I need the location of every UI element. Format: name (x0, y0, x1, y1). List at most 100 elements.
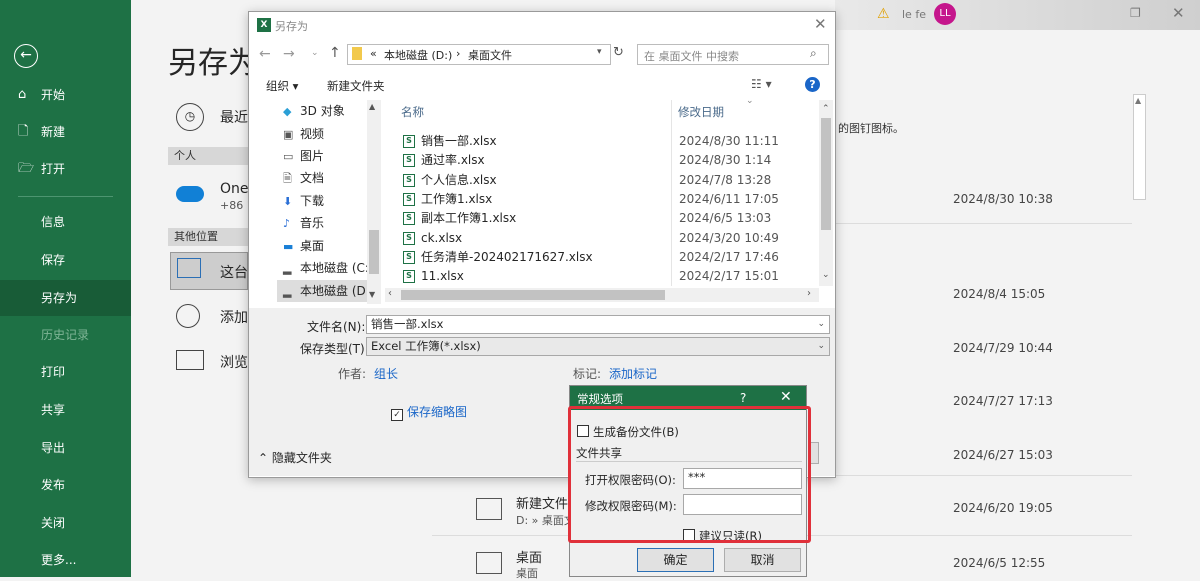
add-location-label[interactable]: 添加 (220, 307, 248, 327)
nav-close[interactable]: 关闭 (0, 505, 131, 541)
dialog-close-icon[interactable]: ✕ (814, 15, 827, 33)
file-row[interactable]: S 销售一部.xlsx 2024/8/30 11:11 (401, 132, 821, 151)
cancel-button[interactable]: 取消 (724, 548, 801, 572)
file-row[interactable]: S 个人信息.xlsx 2024/7/8 13:28 (401, 171, 821, 190)
scrollbar[interactable] (1133, 94, 1146, 200)
organize-button[interactable]: 组织 ▾ (266, 78, 298, 94)
tags-value[interactable]: 添加标记 (609, 365, 657, 382)
open-password-input[interactable]: *** (683, 468, 802, 489)
back-icon[interactable]: ← (259, 46, 271, 62)
nav-print[interactable]: 打印 (0, 354, 131, 390)
column-name-header[interactable]: 名称 (401, 104, 424, 120)
file-row[interactable]: Sck.xlsx 2024/3/20 10:49 (401, 229, 821, 248)
author-value[interactable]: 组长 (374, 365, 398, 382)
new-folder-button[interactable]: 新建文件夹 (327, 78, 385, 94)
scroll-down-icon[interactable]: ▼ (369, 290, 375, 299)
scroll-right-icon[interactable]: › (807, 288, 811, 299)
browse-label[interactable]: 浏览 (220, 352, 248, 372)
address-bar[interactable]: « 本地磁盘 (D:) › 桌面文件 ▾ (347, 44, 611, 65)
chevron-down-icon[interactable]: ⌄ (817, 316, 825, 333)
view-options-icon[interactable]: ☷ ▾ (751, 77, 772, 91)
scroll-up-icon[interactable]: ▲ (1135, 96, 1141, 105)
nav-info[interactable]: 信息 (0, 204, 131, 240)
excel-file-icon: S (403, 232, 415, 245)
tree-item-downloads[interactable]: ⬇ 下载 (283, 190, 324, 212)
restore-window-icon[interactable]: ❐ (1130, 6, 1141, 20)
file-row[interactable]: S 工作簿1.xlsx 2024/6/11 17:05 (401, 190, 821, 209)
scroll-up-icon[interactable]: ⌃ (822, 104, 830, 114)
nav-publish[interactable]: 发布 (0, 467, 131, 503)
scroll-thumb[interactable] (821, 118, 831, 230)
refresh-icon[interactable]: ↻ (613, 45, 624, 60)
recent-date: 2024/6/5 12:55 (953, 556, 1046, 570)
nav-share[interactable]: 共享 (0, 392, 131, 428)
checkbox-unchecked-icon[interactable] (683, 529, 695, 541)
chevron-down-icon[interactable]: ⌄ (817, 338, 825, 355)
checkbox-unchecked-icon[interactable] (577, 425, 589, 437)
tree-item-desktop[interactable]: ▬ 桌面 (283, 235, 324, 257)
chevron-down-icon[interactable]: ▾ (597, 47, 602, 57)
excel-file-icon: S (403, 251, 415, 264)
breadcrumb-overflow[interactable]: « (370, 47, 377, 60)
scroll-up-icon[interactable]: ▲ (369, 102, 375, 111)
search-box[interactable]: 在 桌面文件 中搜索 ⌕ (637, 44, 829, 65)
tree-item-video[interactable]: ▣ 视频 (283, 123, 324, 145)
nav-home[interactable]: ⌂ 开始 (0, 77, 131, 113)
file-row[interactable]: S 通过率.xlsx 2024/8/30 1:14 (401, 151, 821, 170)
tree-item-pictures[interactable]: ▭ 图片 (283, 145, 324, 167)
recent-folder-name[interactable]: 新建文件 (516, 493, 568, 512)
tree-item-drive-c[interactable]: ▂ 本地磁盘 (C:) (283, 257, 374, 279)
nav-divider (18, 196, 113, 197)
help-icon[interactable]: ? (805, 77, 820, 92)
dialog-title: 另存为 (275, 20, 308, 33)
breadcrumb-drive[interactable]: 本地磁盘 (D:) (384, 47, 452, 63)
recent-locations-icon[interactable]: ⌄ (311, 48, 319, 58)
forward-icon[interactable]: → (283, 46, 295, 62)
warning-icon[interactable]: ⚠ (877, 6, 890, 22)
scroll-thumb[interactable] (401, 290, 665, 300)
checkbox-checked-icon[interactable]: ✓ (391, 409, 403, 421)
recent-folder-name[interactable]: 桌面 (516, 547, 542, 566)
column-date-header[interactable]: 修改日期 (678, 104, 724, 120)
tree-scrollbar[interactable]: ▲ ▼ (367, 100, 381, 304)
nav-open[interactable]: 🗁 打开 (0, 151, 131, 187)
nav-new[interactable]: 🗋 新建 (0, 114, 131, 150)
nav-more[interactable]: 更多... (0, 542, 131, 578)
readonly-checkbox[interactable]: 建议只读(R) (683, 528, 762, 544)
nav-save-as[interactable]: 另存为 (0, 280, 131, 316)
thumbnail-checkbox[interactable]: ✓ 保存缩略图 (391, 403, 467, 421)
file-row[interactable]: S 副本工作簿1.xlsx 2024/6/5 13:03 (401, 209, 821, 228)
scroll-thumb[interactable] (369, 230, 379, 274)
up-icon[interactable]: ↑ (329, 45, 341, 61)
nav-history[interactable]: 历史记录 (0, 317, 131, 353)
tree-item-3d[interactable]: ◆ 3D 对象 (283, 100, 345, 122)
back-arrow-icon[interactable]: ← (14, 44, 38, 68)
ok-button[interactable]: 确定 (637, 548, 714, 572)
tree-item-documents[interactable]: 🗎 文档 (283, 167, 324, 189)
file-row[interactable]: S 11.xlsx 2024/2/17 15:01 (401, 267, 821, 286)
open-folder-icon: 🗁 (18, 161, 35, 176)
tree-item-music[interactable]: ♪ 音乐 (283, 212, 324, 234)
file-row[interactable]: S 任务清单-202402171627.xlsx 2024/2/17 17:46 (401, 248, 821, 267)
filetype-select[interactable]: Excel 工作簿(*.xlsx) ⌄ (366, 337, 830, 356)
close-window-icon[interactable]: ✕ (1172, 4, 1185, 22)
onedrive-label[interactable]: One (220, 181, 249, 197)
general-options-help[interactable]: ? (740, 391, 746, 405)
modify-password-input[interactable] (683, 494, 802, 515)
scroll-left-icon[interactable]: ‹ (388, 288, 392, 299)
nav-save[interactable]: 保存 (0, 242, 131, 278)
tree-item-drive-d[interactable]: ▂ 本地磁盘 (D:) (277, 280, 375, 302)
filename-input[interactable]: 销售一部.xlsx ⌄ (366, 315, 830, 334)
breadcrumb-folder[interactable]: 桌面文件 (468, 47, 512, 63)
search-icon[interactable]: ⌕ (810, 46, 817, 61)
nav-export[interactable]: 导出 (0, 430, 131, 466)
file-list-hscrollbar[interactable]: ‹ › (385, 288, 819, 302)
scroll-down-icon[interactable]: ⌄ (822, 270, 830, 280)
hide-folders-toggle[interactable]: ⌃ 隐藏文件夹 (258, 449, 332, 466)
file-list-vscrollbar[interactable]: ⌃ ⌄ (819, 100, 833, 286)
tools-button-edge[interactable] (809, 442, 819, 464)
recent-label[interactable]: 最近 (220, 107, 248, 127)
general-options-close-icon[interactable]: ✕ (780, 389, 792, 405)
avatar[interactable]: LL (934, 3, 956, 25)
backup-checkbox[interactable]: 生成备份文件(B) (577, 424, 679, 440)
